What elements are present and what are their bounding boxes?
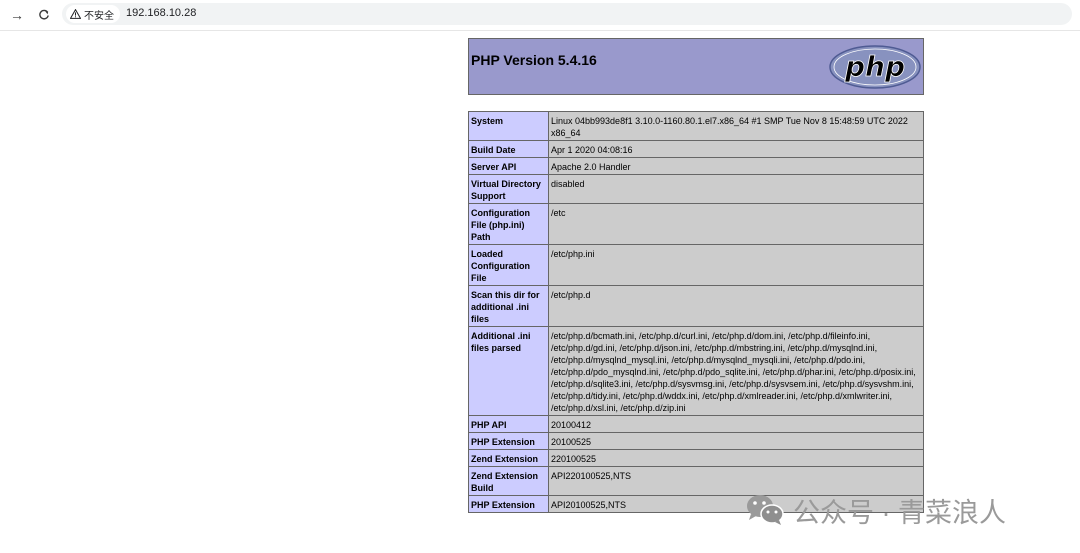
info-value: Apache 2.0 Handler: [548, 157, 924, 175]
info-value: disabled: [548, 174, 924, 204]
info-key: PHP Extension: [468, 495, 549, 513]
info-key: Configuration File (php.ini) Path: [468, 203, 549, 245]
page-title: PHP Version 5.4.16: [471, 52, 597, 68]
info-value: 20100412: [548, 415, 924, 433]
php-version-header: PHP Version 5.4.16 php: [468, 38, 924, 95]
info-row: Additional .ini files parsed/etc/php.d/b…: [468, 326, 924, 416]
info-value: Linux 04bb993de8f1 3.10.0-1160.80.1.el7.…: [548, 111, 924, 141]
info-row: Loaded Configuration File/etc/php.ini: [468, 244, 924, 286]
warning-icon: [70, 9, 81, 19]
info-row: Virtual Directory Support disabled: [468, 174, 924, 204]
info-row: System Linux 04bb993de8f1 3.10.0-1160.80.…: [468, 111, 924, 141]
url-text[interactable]: 192.168.10.28: [126, 7, 196, 19]
wechat-icon: [747, 495, 784, 525]
browser-toolbar: → 不安全 192.168.10.28: [0, 0, 1080, 31]
info-key: PHP Extension: [468, 432, 549, 450]
svg-text:php: php: [844, 50, 905, 83]
info-row: Scan this dir for additional .ini files /…: [468, 285, 924, 327]
info-value: /etc/php.d/bcmath.ini, /etc/php.d/curl.i…: [548, 326, 924, 416]
info-key: Virtual Directory Support: [468, 174, 549, 204]
info-value: 20100525: [548, 432, 924, 450]
info-key: Zend Extension: [468, 449, 549, 467]
php-logo: php: [829, 45, 921, 89]
info-key: Build Date: [468, 140, 549, 158]
reload-icon[interactable]: [35, 6, 53, 24]
info-row: PHP API 20100412: [468, 415, 924, 433]
info-key: Zend Extension Build: [468, 466, 549, 496]
info-key: System: [468, 111, 549, 141]
info-row: Zend Extension 220100525: [468, 449, 924, 467]
reload-glyph: [39, 9, 49, 20]
info-key: PHP API: [468, 415, 549, 433]
info-key: Server API: [468, 157, 549, 175]
info-value: 220100525: [548, 449, 924, 467]
info-key: Scan this dir for additional .ini files: [468, 285, 549, 327]
info-row: Server API Apache 2.0 Handler: [468, 157, 924, 175]
info-row: Build Date Apr 1 2020 04:08:16: [468, 140, 924, 158]
info-key: Loaded Configuration File: [468, 244, 549, 286]
security-label: 不安全: [84, 10, 114, 22]
info-row: Configuration File (php.ini) Path/etc: [468, 203, 924, 245]
info-value: /etc/php.d: [548, 285, 924, 327]
security-indicator[interactable]: 不安全: [66, 5, 120, 23]
info-value: /etc: [548, 203, 924, 245]
info-value: Apr 1 2020 04:08:16: [548, 140, 924, 158]
forward-arrow-icon[interactable]: →: [8, 6, 26, 24]
wechat-watermark: 公众号 · 青菜浪人: [745, 492, 1006, 528]
info-row: PHP Extension 20100525: [468, 432, 924, 450]
info-value: /etc/php.ini: [548, 244, 924, 286]
watermark-text: 公众号 · 青菜浪人: [793, 497, 1006, 528]
info-key: Additional .ini files parsed: [468, 326, 549, 416]
php-info-table: System Linux 04bb993de8f1 3.10.0-1160.80.…: [468, 111, 924, 513]
address-bar[interactable]: [62, 3, 1072, 25]
